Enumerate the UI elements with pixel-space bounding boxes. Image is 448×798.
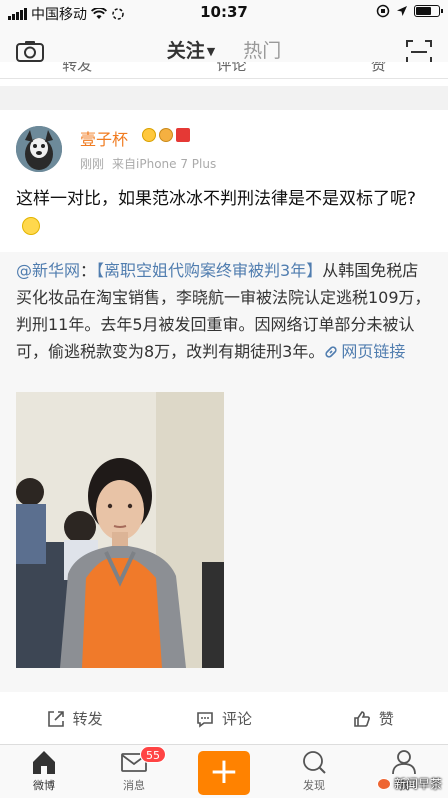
profile-icon xyxy=(392,750,416,775)
emoji-icon xyxy=(22,217,40,235)
comment-icon xyxy=(197,711,213,728)
prev-comment-button[interactable]: 评论 xyxy=(216,62,246,75)
tab-messages-label: 消息 xyxy=(123,779,145,792)
comment-button[interactable]: 评论 xyxy=(149,692,298,745)
home-icon xyxy=(33,751,55,774)
location-icon xyxy=(397,6,407,16)
watermark-text: 新闻早茶 xyxy=(393,777,442,791)
link-icon xyxy=(325,346,337,358)
web-link[interactable]: 网页链接 xyxy=(324,342,405,361)
tab-messages[interactable]: 消息 55 xyxy=(104,746,166,793)
repost-tag[interactable]: 【离职空姐代购案终审被判3年】 xyxy=(96,261,322,280)
like-icon xyxy=(354,710,370,727)
post-source: 来自iPhone 7 Plus xyxy=(112,157,217,171)
repost-label: 转发 xyxy=(72,710,103,728)
discover-icon xyxy=(303,751,326,774)
tab-follow[interactable]: 关注 ▼ xyxy=(166,36,216,71)
scan-icon[interactable] xyxy=(406,40,432,64)
avatar[interactable] xyxy=(16,126,62,172)
repost-button[interactable]: 转发 xyxy=(0,692,149,745)
repost-block[interactable]: @新华网：【离职空姐代购案终审被判3年】从韩国免税店买化妆品在淘宝销售，李晓航一… xyxy=(0,252,448,692)
unread-count-badge: 55 xyxy=(140,746,166,763)
tab-hot[interactable]: 热门 xyxy=(243,36,281,63)
comment-label: 评论 xyxy=(221,710,252,728)
flag-icon xyxy=(176,128,190,142)
post-card[interactable]: 壹子杯 刚刚 来自iPhone 7 Plus 这样一对比，如果范冰冰不判刑法律是不… xyxy=(0,110,448,745)
user-badges xyxy=(142,128,190,142)
tab-home[interactable]: 微博 xyxy=(14,749,74,793)
post-photo[interactable] xyxy=(16,392,224,668)
divider xyxy=(0,78,448,79)
watermark: 新闻早茶 xyxy=(376,775,442,792)
tab-follow-label: 关注 xyxy=(166,40,205,62)
post-username[interactable]: 壹子杯 xyxy=(80,126,128,150)
tab-discover-label: 发现 xyxy=(303,779,325,792)
chevron-down-icon: ▼ xyxy=(206,45,216,58)
post-actions: 转发 评论 赞 xyxy=(0,692,448,745)
previous-post-actions: 转发 评论 赞 xyxy=(0,62,448,86)
like-label: 赞 xyxy=(378,710,394,728)
battery-icon xyxy=(414,5,443,17)
repost-text: @新华网：【离职空姐代购案终审被判3年】从韩国免税店买化妆品在淘宝销售，李晓航一… xyxy=(16,257,434,365)
status-bar: 中国移动 10:37 xyxy=(0,0,448,26)
post-time: 刚刚 xyxy=(80,157,105,171)
rotation-lock-icon xyxy=(376,4,390,18)
emoji-badge-icon xyxy=(142,128,156,142)
like-button[interactable]: 赞 xyxy=(299,692,448,745)
compose-button[interactable]: + xyxy=(198,751,250,795)
web-link-label: 网页链接 xyxy=(341,342,406,361)
weibo-logo-icon xyxy=(376,777,391,790)
repost-colon: ： xyxy=(80,261,97,280)
bottom-tab-bar: 微博 消息 55 + 发现 我 新闻早茶 xyxy=(0,744,448,798)
share-icon xyxy=(47,710,64,727)
prev-like-button[interactable]: 赞 xyxy=(371,62,386,75)
post-text: 这样一对比，如果范冰冰不判刑法律是不是双标了呢? xyxy=(16,186,434,240)
post-text-body: 这样一对比，如果范冰冰不判刑法律是不是双标了呢? xyxy=(16,189,417,209)
medal-icon xyxy=(159,128,173,142)
repost-mention[interactable]: @新华网 xyxy=(16,261,80,280)
tab-discover[interactable]: 发现 xyxy=(284,749,344,793)
prev-repost-button[interactable]: 转发 xyxy=(62,62,92,75)
tab-home-label: 微博 xyxy=(33,779,55,792)
post-meta: 刚刚 来自iPhone 7 Plus xyxy=(80,155,216,172)
